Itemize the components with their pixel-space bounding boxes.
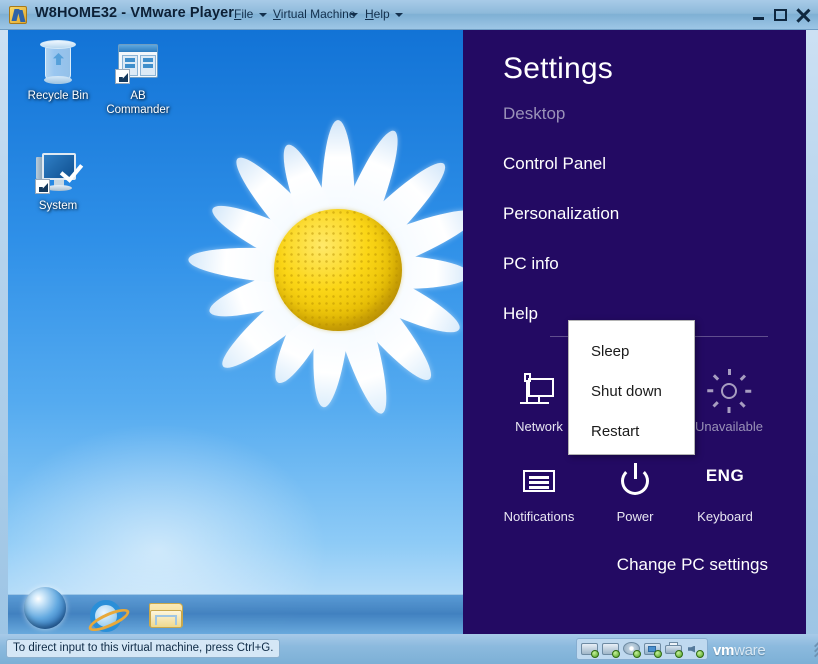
charm-link-pc-info[interactable]: PC info: [503, 254, 559, 274]
status-device-tray: [576, 638, 708, 660]
vmware-player-window: W8HOME32 - VMware Player File Virtual Ma…: [0, 0, 818, 664]
ab-commander-icon: [114, 38, 162, 86]
menu-virtual-machine-caret-icon[interactable]: [350, 13, 358, 17]
guest-os-screen[interactable]: Recycle Bin AB Commander System: [8, 30, 806, 634]
charm-tile-keyboard[interactable]: ENG Keyboard: [671, 458, 779, 524]
charm-link-help[interactable]: Help: [503, 304, 538, 324]
brightness-sun-icon: [706, 368, 752, 414]
notifications-icon: [516, 458, 562, 504]
vmware-status-bar: To direct input to this virtual machine,…: [0, 634, 818, 664]
desktop-icon-label: AB Commander: [95, 89, 181, 117]
vmware-logo: vmware: [713, 642, 765, 659]
power-menu-item-shut-down[interactable]: Shut down: [591, 383, 662, 400]
taskbar-file-explorer[interactable]: [146, 599, 186, 633]
menu-help[interactable]: Help: [365, 7, 390, 21]
hard-disk-icon[interactable]: [580, 641, 599, 658]
power-flyout-menu: Sleep Shut down Restart: [568, 320, 695, 455]
keyboard-language-code: ENG: [702, 466, 748, 486]
menu-virtual-machine[interactable]: Virtual Machine: [273, 7, 356, 21]
charm-panel-title: Settings: [503, 52, 613, 86]
desktop-icon-label: System: [15, 199, 101, 213]
keyboard-eng-icon: ENG: [702, 458, 748, 504]
resize-grip[interactable]: [798, 644, 814, 660]
charm-link-personalization[interactable]: Personalization: [503, 204, 619, 224]
charm-tile-label: Notifications: [485, 509, 593, 524]
menu-help-caret-icon[interactable]: [395, 13, 403, 17]
close-icon[interactable]: [794, 6, 812, 24]
hard-disk-icon[interactable]: [601, 641, 620, 658]
cd-dvd-icon[interactable]: [622, 641, 641, 658]
desktop-icon-recycle-bin[interactable]: Recycle Bin: [15, 38, 101, 103]
start-orb-icon[interactable]: [24, 587, 66, 629]
vmware-vm-icon: [9, 6, 27, 24]
internet-explorer-icon: [90, 600, 122, 632]
change-pc-settings-link[interactable]: Change PC settings: [617, 555, 768, 575]
folder-icon: [149, 603, 183, 629]
shortcut-arrow-icon: [35, 179, 50, 194]
charm-link-control-panel[interactable]: Control Panel: [503, 154, 606, 174]
system-computer-icon: [34, 148, 82, 196]
power-icon: [612, 458, 658, 504]
charm-link-desktop[interactable]: Desktop: [503, 104, 565, 124]
taskbar-internet-explorer[interactable]: [86, 599, 126, 633]
network-monitor-icon: [516, 368, 562, 414]
desktop-icon-label: Recycle Bin: [15, 89, 101, 103]
maximize-icon[interactable]: [772, 6, 790, 24]
charm-tile-label: Keyboard: [671, 509, 779, 524]
status-message: To direct input to this virtual machine,…: [6, 639, 280, 658]
desktop-icon-ab-commander[interactable]: AB Commander: [95, 38, 181, 117]
menu-file[interactable]: File: [234, 7, 253, 21]
minimize-icon[interactable]: [750, 6, 768, 24]
menu-file-caret-icon[interactable]: [259, 13, 267, 17]
settings-charm-panel: Settings Desktop Control Panel Personali…: [463, 30, 806, 634]
daisy-core: [274, 209, 402, 331]
power-menu-item-sleep[interactable]: Sleep: [591, 343, 629, 360]
network-adapter-icon[interactable]: [643, 641, 662, 658]
printer-icon[interactable]: [664, 641, 683, 658]
window-title: W8HOME32 - VMware Player: [35, 5, 234, 21]
desktop-icon-system[interactable]: System: [15, 148, 101, 213]
shortcut-arrow-icon: [115, 69, 130, 84]
sound-card-icon[interactable]: [685, 641, 704, 658]
charm-tile-notifications[interactable]: Notifications: [485, 458, 593, 524]
recycle-bin-icon: [34, 38, 82, 86]
window-titlebar: W8HOME32 - VMware Player File Virtual Ma…: [0, 0, 818, 30]
power-menu-item-restart[interactable]: Restart: [591, 423, 639, 440]
